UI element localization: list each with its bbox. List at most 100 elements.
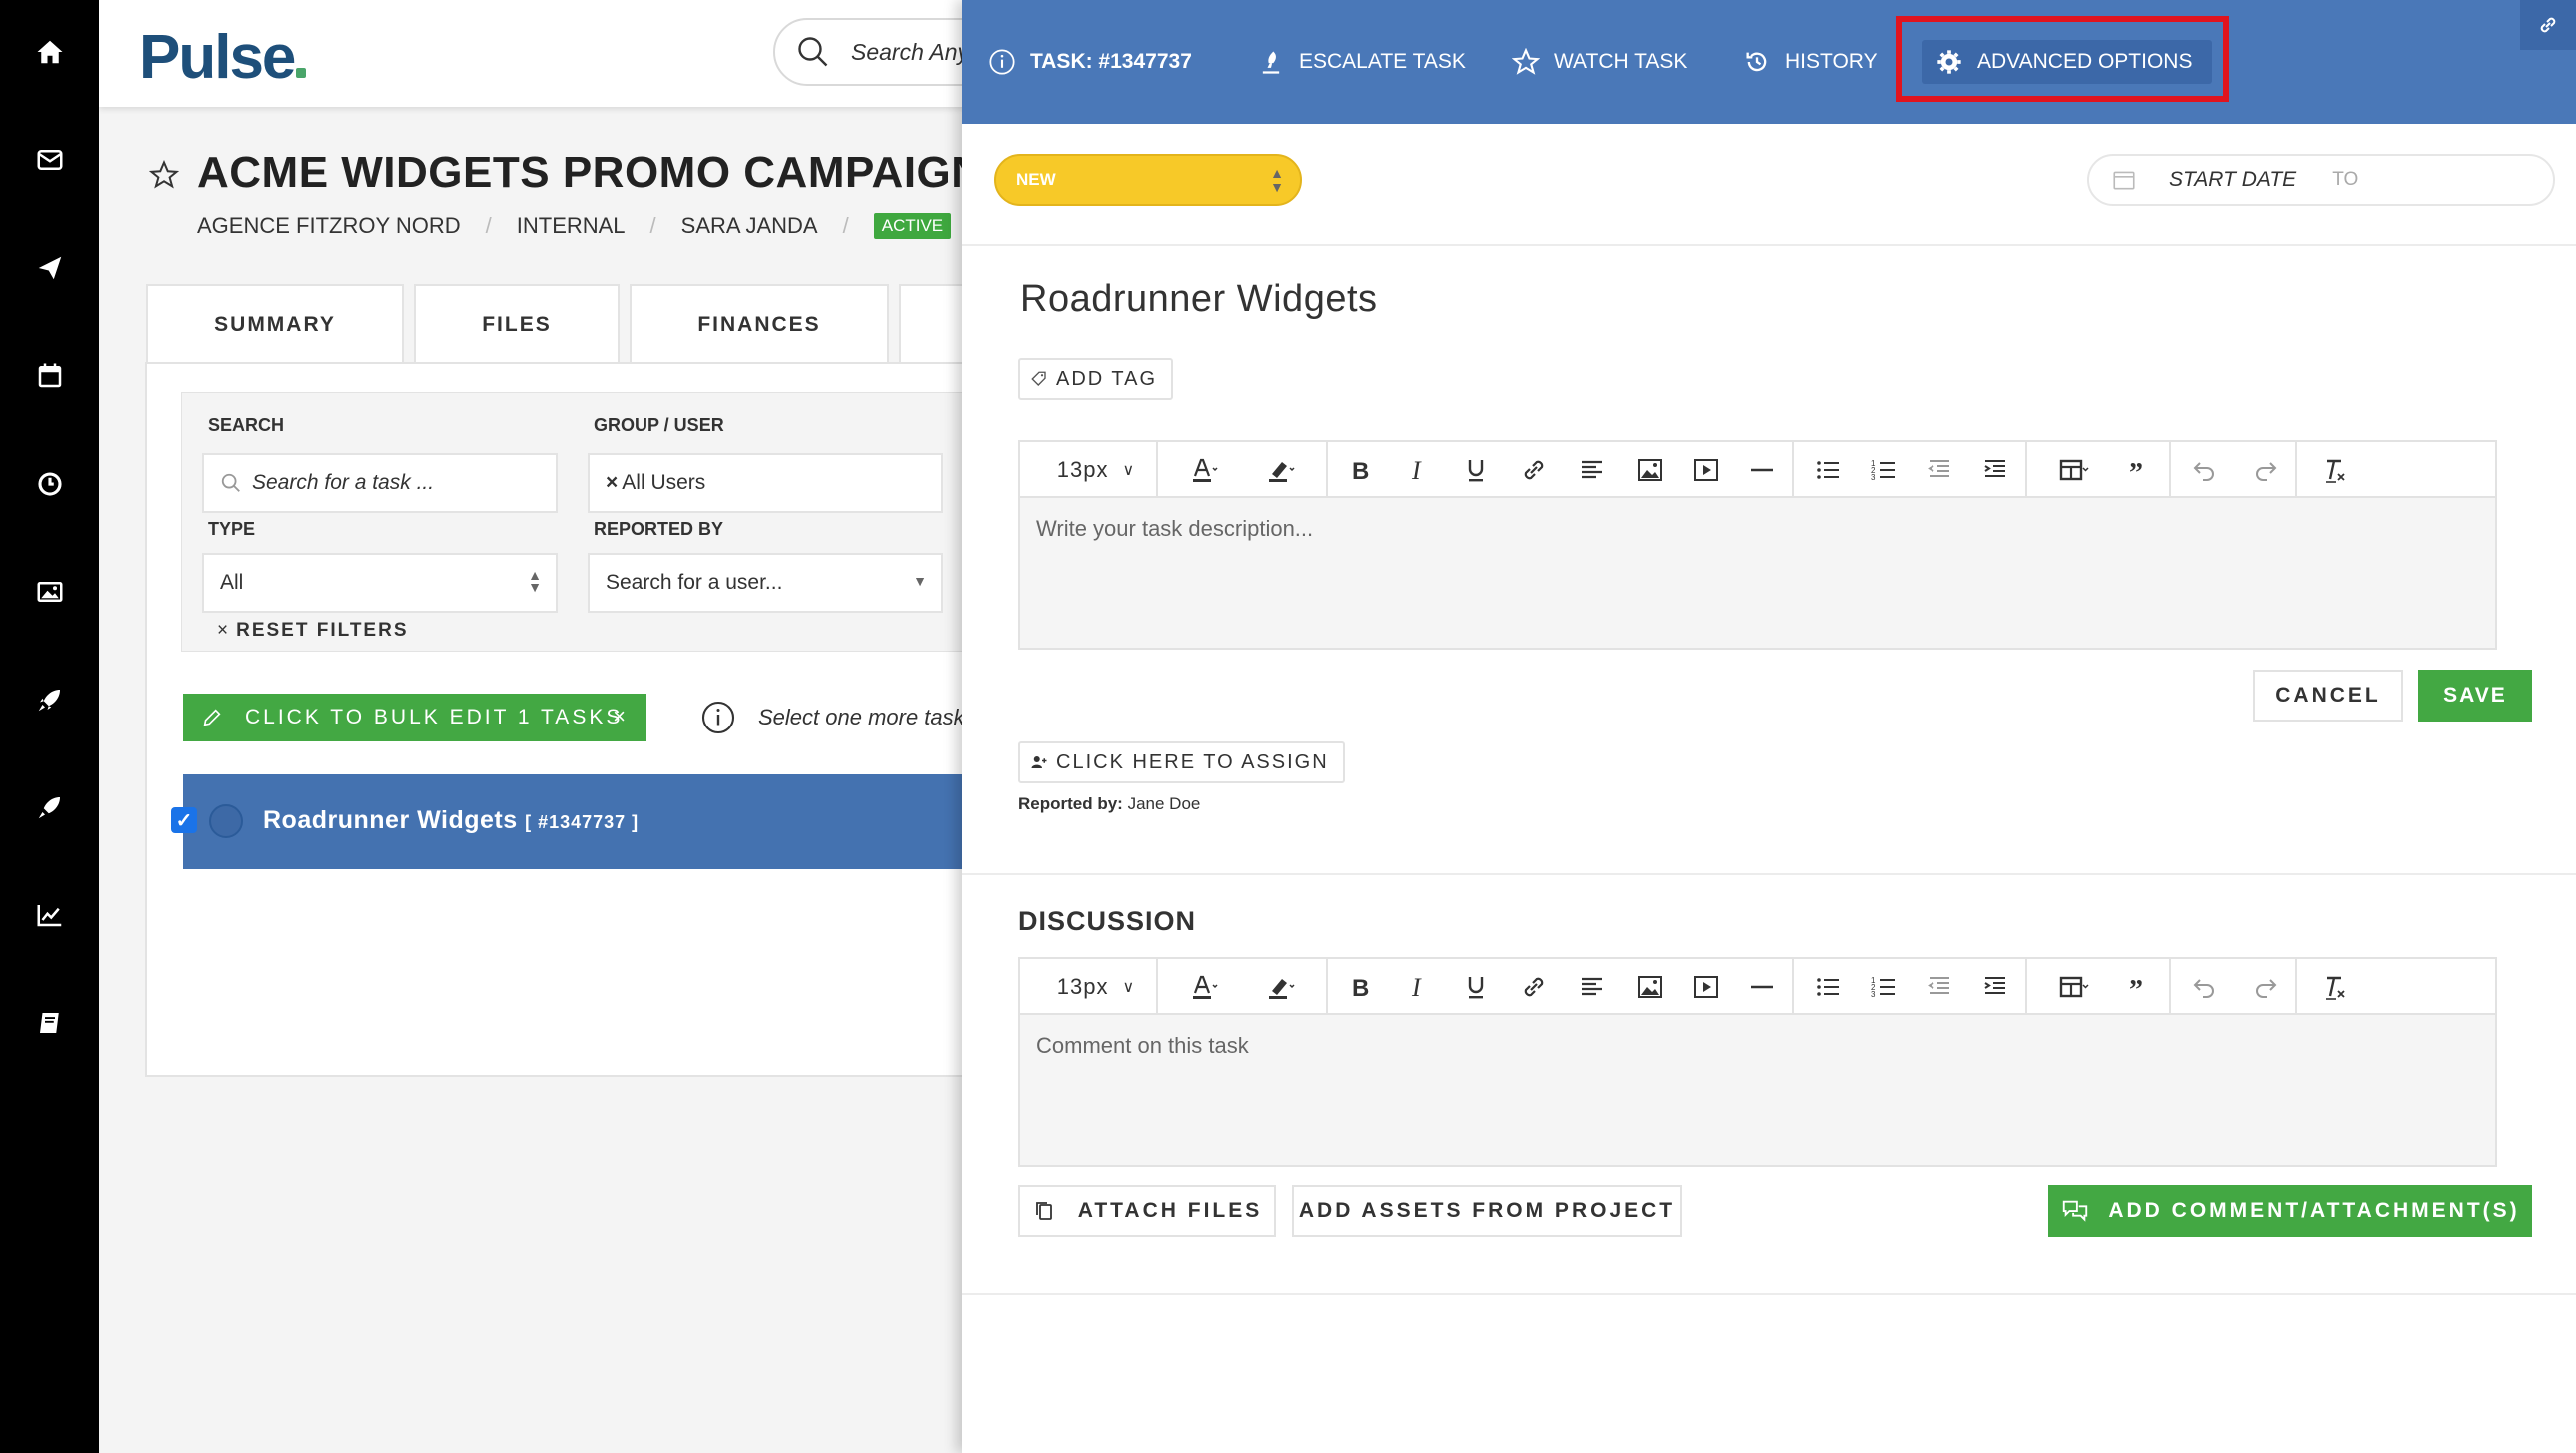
star-icon[interactable] [149, 160, 179, 190]
project-owner[interactable]: SARA JANDA [681, 213, 818, 239]
insert-video-button[interactable] [1686, 969, 1726, 1005]
project-client[interactable]: AGENCE FITZROY NORD [197, 213, 461, 239]
undo-button[interactable] [2185, 969, 2225, 1005]
mail-icon[interactable] [0, 130, 99, 190]
rocket-alt-icon[interactable] [0, 777, 99, 837]
indent-button[interactable] [1975, 452, 2015, 488]
group-user-select[interactable]: × All Users [588, 453, 943, 513]
horizontal-rule-button[interactable] [1742, 969, 1782, 1005]
underline-button[interactable] [1456, 452, 1496, 488]
insert-image-button[interactable] [1630, 452, 1670, 488]
italic-button[interactable]: I [1398, 969, 1438, 1005]
calendar-icon[interactable] [0, 346, 99, 406]
numbered-list-button[interactable]: 123 [1864, 969, 1904, 1005]
save-button[interactable]: SAVE [2418, 670, 2532, 722]
insert-table-button[interactable] [2039, 452, 2109, 488]
insert-video-button[interactable] [1686, 452, 1726, 488]
highlight-color-button[interactable] [1242, 452, 1318, 488]
comment-field[interactable]: Comment on this task [1020, 1015, 2495, 1077]
chart-icon[interactable] [0, 885, 99, 945]
table-row[interactable]: ✓ Roadrunner Widgets [ #1347737 ] [171, 774, 1062, 869]
task-status-select[interactable]: NEW ▲ ▼ [994, 154, 1302, 206]
history-button[interactable]: HISTORY [1743, 40, 1878, 84]
book-icon[interactable] [0, 993, 99, 1053]
add-assets-button[interactable]: ADD ASSETS FROM PROJECT [1292, 1185, 1682, 1237]
tab-summary[interactable]: SUMMARY [146, 284, 404, 364]
bold-button[interactable]: B [1340, 452, 1380, 488]
bulk-edit-button[interactable]: CLICK TO BULK EDIT 1 TASKS × [183, 694, 646, 741]
pencil-icon [203, 709, 221, 726]
escalate-task-button[interactable]: ESCALATE TASK [1257, 40, 1466, 84]
clear-formatting-button[interactable] [2315, 969, 2355, 1005]
redo-button[interactable] [2245, 969, 2285, 1005]
reported-by-select[interactable]: Search for a user... ▼ [588, 553, 943, 613]
rocket-icon[interactable] [0, 670, 99, 729]
link-button[interactable] [1514, 969, 1554, 1005]
svg-text:B: B [1352, 458, 1369, 485]
start-date-field[interactable]: START DATE [2169, 168, 2296, 192]
blockquote-button[interactable]: ” [2119, 452, 2159, 488]
date-range-picker[interactable]: START DATE TO [2087, 154, 2555, 206]
remove-tag-icon[interactable]: × [606, 471, 618, 495]
add-comment-button[interactable]: ADD COMMENT/ATTACHMENT(S) [2048, 1185, 2532, 1237]
home-icon[interactable] [0, 22, 99, 82]
image-icon[interactable] [0, 562, 99, 622]
italic-button[interactable]: I [1398, 452, 1438, 488]
bold-button[interactable]: B [1340, 969, 1380, 1005]
blockquote-button[interactable]: ” [2119, 969, 2159, 1005]
close-icon[interactable]: × [613, 704, 629, 729]
font-size-select[interactable]: 13px ∨ [1046, 452, 1146, 488]
align-left-icon [1582, 460, 1602, 479]
bold-icon: B [1352, 458, 1369, 485]
pulse-logo[interactable]: Pulse [139, 22, 307, 93]
highlight-color-button[interactable] [1242, 969, 1318, 1005]
undo-icon [2193, 462, 2214, 481]
insert-image-button[interactable] [1630, 969, 1670, 1005]
text-color-icon [1193, 975, 1218, 999]
description-field[interactable]: Write your task description... [1020, 498, 2495, 560]
font-size-select[interactable]: 13px ∨ [1046, 969, 1146, 1005]
reset-filters-button[interactable]: × RESET FILTERS [217, 620, 409, 642]
watch-task-button[interactable]: WATCH TASK [1512, 40, 1687, 84]
outdent-button[interactable] [1920, 969, 1959, 1005]
highlighter-icon [1269, 979, 1295, 999]
status-badge: ACTIVE [873, 213, 952, 239]
link-button[interactable] [1514, 452, 1554, 488]
align-button[interactable] [1572, 452, 1612, 488]
video-icon [1694, 459, 1718, 481]
add-tag-button[interactable]: ADD TAG [1018, 358, 1174, 400]
redo-button[interactable] [2245, 452, 2285, 488]
insert-table-button[interactable] [2039, 969, 2109, 1005]
cancel-button[interactable]: CANCEL [2253, 670, 2403, 722]
horizontal-rule-button[interactable] [1742, 452, 1782, 488]
text-color-button[interactable] [1168, 969, 1238, 1005]
link-icon [1524, 460, 1544, 480]
underline-button[interactable] [1456, 969, 1496, 1005]
clear-formatting-button[interactable] [2315, 452, 2355, 488]
clock-icon[interactable] [0, 454, 99, 514]
end-date-field[interactable]: TO [2332, 169, 2358, 191]
bullet-list-button[interactable] [1808, 969, 1848, 1005]
assign-button[interactable]: CLICK HERE TO ASSIGN [1018, 741, 1345, 783]
outdent-button[interactable] [1920, 452, 1959, 488]
text-color-button[interactable] [1168, 452, 1238, 488]
numbered-list-button[interactable]: 123 [1864, 452, 1904, 488]
copy-link-button[interactable] [2520, 0, 2576, 50]
table-icon [2059, 459, 2089, 481]
indent-button[interactable] [1975, 969, 2015, 1005]
align-button[interactable] [1572, 969, 1612, 1005]
task-status-circle[interactable] [209, 804, 243, 838]
task-checkbox[interactable]: ✓ [171, 807, 197, 833]
undo-button[interactable] [2185, 452, 2225, 488]
tab-finances[interactable]: FINANCES [630, 284, 889, 364]
type-select[interactable]: All ▲ ▼ [202, 553, 558, 613]
bullet-list-icon [1817, 461, 1839, 479]
divider [962, 873, 2576, 875]
svg-text:”: ” [2129, 458, 2143, 486]
send-icon[interactable] [0, 238, 99, 298]
task-search-input[interactable]: Search for a task ... [202, 453, 558, 513]
task-title[interactable]: Roadrunner Widgets [1020, 278, 1378, 321]
bullet-list-button[interactable] [1808, 452, 1848, 488]
tab-files[interactable]: FILES [414, 284, 620, 364]
attach-files-button[interactable]: ATTACH FILES [1018, 1185, 1276, 1237]
